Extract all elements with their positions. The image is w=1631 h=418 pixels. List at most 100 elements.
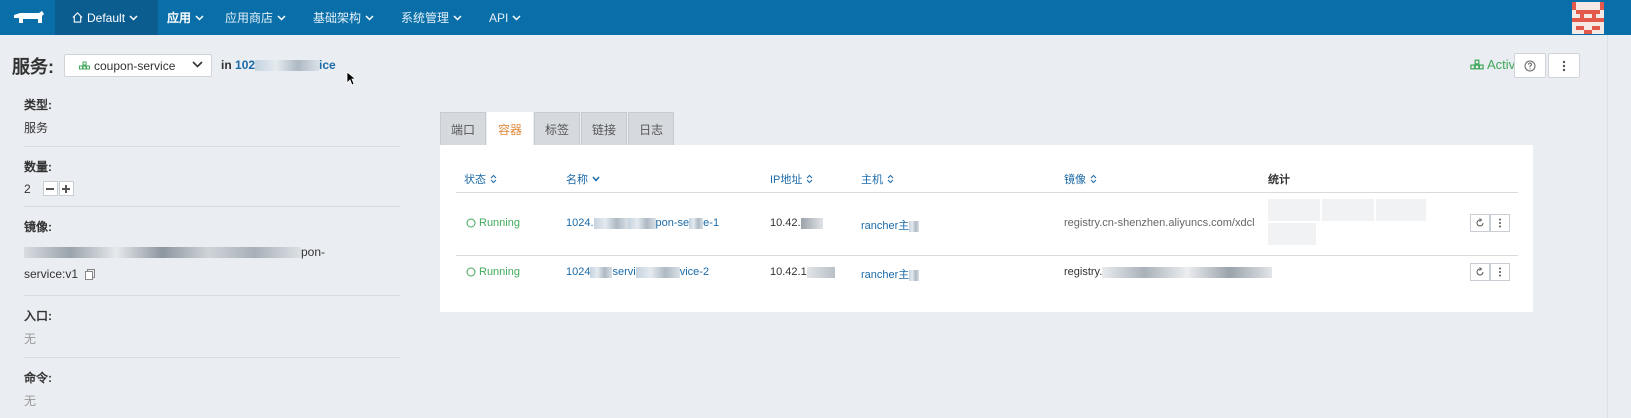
name-part: 1024 xyxy=(566,266,591,278)
tab-ports[interactable]: 端口 xyxy=(440,112,487,145)
redacted-text xyxy=(627,217,656,229)
redacted-text xyxy=(806,266,835,278)
refresh-icon xyxy=(1476,218,1484,227)
image-value: pon- service:v1 xyxy=(24,241,400,285)
scale-increment-button[interactable] xyxy=(58,181,74,196)
running-circle-icon xyxy=(466,267,476,277)
nav-item-catalog[interactable]: 应用商店 xyxy=(225,0,286,35)
restart-button[interactable] xyxy=(1470,214,1490,232)
name-part: e-1 xyxy=(703,217,720,229)
table-header: 状态 名称 IP地址 主机 镜像 统计 xyxy=(456,171,1518,193)
service-details: 类型: 服务 数量: 2 镜像: pon- service:v1 入口: 无 命… xyxy=(24,96,400,418)
scale-decrement-button[interactable] xyxy=(42,181,58,196)
nav-item-apps[interactable]: 应用 xyxy=(167,0,204,35)
sort-name-header[interactable]: 名称 xyxy=(566,171,600,187)
header-label: 镜像 xyxy=(1064,174,1086,186)
redacted-text xyxy=(255,60,320,72)
sort-host-header[interactable]: 主机 xyxy=(861,171,894,187)
help-button[interactable] xyxy=(1514,53,1546,78)
container-host-link[interactable]: rancher主 xyxy=(861,217,920,233)
name-part: 1024. xyxy=(566,217,594,229)
copy-icon[interactable] xyxy=(85,269,96,281)
stack-link[interactable]: 102 ice xyxy=(235,58,336,72)
tab-containers[interactable]: 容器 xyxy=(487,112,534,145)
user-avatar[interactable] xyxy=(1572,2,1604,34)
image-field: 镜像: pon- service:v1 xyxy=(24,218,400,296)
chevron-down-icon xyxy=(195,14,204,21)
chevron-down-icon xyxy=(129,14,138,21)
redacted-text xyxy=(1102,266,1273,278)
row-more-button[interactable] xyxy=(1490,263,1510,281)
redacted-text xyxy=(909,269,920,281)
scale-label: 数量: xyxy=(24,160,52,174)
nav-item-admin[interactable]: 系统管理 xyxy=(401,0,462,35)
command-field: 命令: 无 xyxy=(24,369,400,418)
ports-value: 无 xyxy=(24,332,37,346)
sort-state-header[interactable]: 状态 xyxy=(464,171,497,187)
containers-panel: 状态 名称 IP地址 主机 镜像 统计 Running 1024. pon-se e… xyxy=(440,145,1533,312)
row-actions xyxy=(1470,263,1510,281)
in-prefix: in xyxy=(221,58,232,72)
header-label: IP地址 xyxy=(770,174,803,186)
redacted-text xyxy=(590,266,613,278)
ports-label: 入口: xyxy=(24,309,52,323)
tab-labels[interactable]: 标签 xyxy=(534,112,581,145)
restart-button[interactable] xyxy=(1470,263,1490,281)
scale-field: 数量: 2 xyxy=(24,158,400,207)
table-row: Running 1024 servi vice-2 10.42.1 rancher主… xyxy=(456,255,1518,309)
table-row: Running 1024. pon-se e-1 10.42. rancher主 r… xyxy=(456,197,1518,251)
chevron-down-icon xyxy=(192,61,203,68)
service-icon xyxy=(79,61,90,70)
state-label: Running xyxy=(479,266,520,278)
nav-item-label: 系统管理 xyxy=(401,11,450,25)
chevron-down-icon xyxy=(277,14,286,21)
stack-name-end: ice xyxy=(319,58,336,72)
home-icon xyxy=(72,12,83,23)
ip-part: 10.42.1 xyxy=(770,266,807,278)
image-value-tail: pon- xyxy=(301,245,326,259)
more-actions-button[interactable] xyxy=(1548,53,1580,78)
container-image: registry. xyxy=(1064,266,1273,278)
name-part: vice-2 xyxy=(679,266,710,278)
page-scrollbar[interactable] xyxy=(1607,35,1631,418)
name-part: servi xyxy=(612,266,636,278)
sort-ip-header[interactable]: IP地址 xyxy=(770,171,813,187)
nav-item-label: 基础架构 xyxy=(313,11,362,25)
ip-part: 10.42. xyxy=(770,217,801,229)
nav-item-api[interactable]: API xyxy=(489,0,521,35)
stats-graph xyxy=(1268,199,1320,221)
host-part: rancher主 xyxy=(861,220,910,232)
container-name-link[interactable]: 1024. pon-se e-1 xyxy=(566,217,719,229)
host-part: rancher主 xyxy=(861,269,910,281)
header-label: 状态 xyxy=(464,174,486,186)
tab-logs[interactable]: 日志 xyxy=(628,112,675,145)
service-select[interactable]: coupon-service xyxy=(64,54,212,77)
scale-value: 2 xyxy=(24,181,31,196)
chevron-down-icon xyxy=(453,14,462,21)
row-more-button[interactable] xyxy=(1490,214,1510,232)
state-label: Running xyxy=(479,217,520,229)
rancher-logo[interactable] xyxy=(0,0,55,35)
name-part: pon-se xyxy=(655,217,690,229)
sort-image-header[interactable]: 镜像 xyxy=(1064,171,1097,187)
chevron-down-icon xyxy=(512,14,521,21)
environment-switcher[interactable]: Default xyxy=(55,0,158,35)
vertical-dots-icon xyxy=(1499,267,1501,277)
tab-links[interactable]: 链接 xyxy=(581,112,628,145)
minus-icon xyxy=(46,187,55,190)
container-ip: 10.42.1 xyxy=(770,266,835,278)
header-label: 主机 xyxy=(861,174,883,186)
nav-item-infrastructure[interactable]: 基础架构 xyxy=(313,0,374,35)
image-value-line2: service:v1 xyxy=(24,267,79,281)
container-host-link[interactable]: rancher主 xyxy=(861,266,920,282)
sort-icon xyxy=(490,174,497,184)
vertical-dots-icon xyxy=(1499,218,1501,228)
nav-item-label: 应用商店 xyxy=(225,11,274,25)
stack-reference: in 102 ice xyxy=(221,58,336,72)
stats-header: 统计 xyxy=(1268,174,1290,186)
row-actions xyxy=(1470,214,1510,232)
plus-icon xyxy=(62,184,71,193)
ports-field: 入口: 无 xyxy=(24,307,400,358)
header-label: 名称 xyxy=(566,174,588,186)
container-name-link[interactable]: 1024 servi vice-2 xyxy=(566,266,709,278)
